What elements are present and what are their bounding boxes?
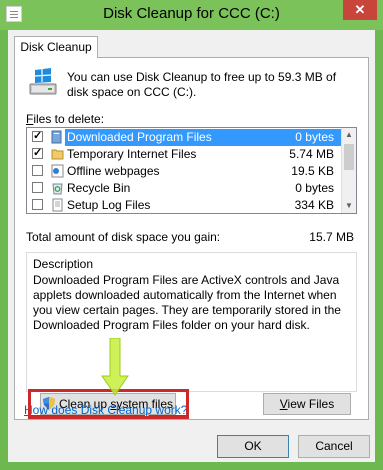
file-size: 0 bytes [295,130,334,144]
tab-panel: You can use Disk Cleanup to free up to 5… [14,57,369,420]
list-item[interactable]: Recycle Bin 0 bytes [27,180,342,197]
checkbox[interactable] [32,199,43,210]
ok-button[interactable]: OK [217,435,289,458]
webpage-icon [51,164,64,178]
folder-icon [51,130,62,144]
title-bar[interactable]: Disk Cleanup for CCC (C:) ✕ [0,0,383,30]
file-size: 5.74 MB [289,147,334,161]
disk-cleanup-icon [29,68,57,95]
description-text: Downloaded Program Files are ActiveX con… [33,273,341,332]
document-icon [52,198,63,212]
close-button[interactable]: ✕ [343,0,377,20]
files-to-delete-label: Files to delete: [26,112,105,126]
file-size: 0 bytes [295,181,334,195]
file-size: 19.5 KB [291,164,334,178]
intro-text: You can use Disk Cleanup to free up to 5… [67,70,337,99]
close-icon: ✕ [354,2,366,17]
down-arrow-annotation [101,338,129,396]
window-title: Disk Cleanup for CCC (C:) [103,5,280,22]
how-does-disk-cleanup-work-link[interactable]: How does Disk Cleanup work? [24,403,187,417]
list-item[interactable]: Setup Log Files 334 KB [27,197,342,213]
description-title: Description [33,257,94,271]
file-size: 334 KB [294,198,334,212]
view-files-button[interactable]: View Files [263,393,351,415]
tab-disk-cleanup[interactable]: Disk Cleanup [14,36,98,58]
checkbox[interactable]: ✓ [32,148,43,159]
checkbox[interactable] [32,165,43,176]
folder-icon [51,149,64,160]
cancel-button[interactable]: Cancel [298,435,370,458]
dialog-client-area: Disk Cleanup You can use Disk Cleanup to… [8,30,375,462]
list-item[interactable]: ✓ Temporary Internet Files 5.74 MB [27,146,342,163]
checkbox[interactable] [32,182,43,193]
description-group: Description Downloaded Program Files are… [26,252,357,392]
list-scrollbar[interactable]: ▲ ▼ [341,128,356,213]
list-item[interactable]: Offline webpages 19.5 KB [27,163,342,180]
disk-cleanup-window: Disk Cleanup for CCC (C:) ✕ Disk Cleanup… [0,0,383,470]
recycle-bin-icon [52,183,63,195]
files-to-delete-list[interactable]: ✓ Downloaded Program Files 0 bytes ✓ Tem… [26,127,357,214]
scroll-down-icon[interactable]: ▼ [342,199,356,213]
list-item[interactable]: ✓ Downloaded Program Files 0 bytes [27,129,342,146]
scroll-thumb[interactable] [344,144,354,170]
total-space-value: 15.7 MB [309,230,354,244]
scroll-up-icon[interactable]: ▲ [342,128,356,142]
checkbox[interactable]: ✓ [32,131,43,142]
total-space-label: Total amount of disk space you gain: [26,230,221,244]
